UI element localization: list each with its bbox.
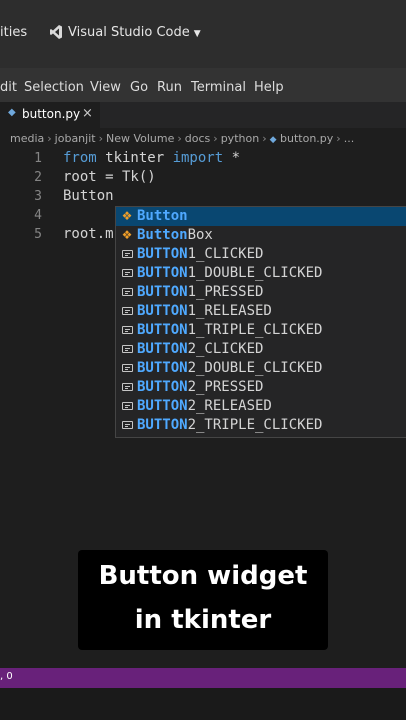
breadcrumb-item[interactable]: New Volume: [106, 132, 174, 145]
suggestion-rest: 1_RELEASED: [187, 303, 272, 319]
suggestion-match: BUTTON: [137, 322, 188, 338]
keyword-icon: [120, 304, 134, 318]
suggestion-rest: 1_DOUBLE_CLICKED: [187, 265, 323, 281]
suggestion-match: BUTTON: [137, 284, 188, 300]
line-number: 1: [34, 151, 42, 166]
code-text: *: [223, 150, 241, 166]
activities-label[interactable]: ities: [0, 25, 27, 40]
line-number: 4: [34, 208, 42, 223]
menu-terminal[interactable]: Terminal: [191, 80, 246, 95]
python-file-icon: ◆: [8, 107, 16, 118]
suggestion-list[interactable]: ❖ Button ❖ ButtonBox BUTTON1_CLICKED BUT…: [115, 206, 406, 438]
breadcrumb-item[interactable]: python: [221, 132, 259, 145]
menu-selection[interactable]: Selection: [24, 80, 84, 95]
chevron-right-icon: ›: [213, 132, 218, 145]
code-line-5: root.m: [63, 226, 114, 242]
caret-down-icon: ▼: [193, 29, 201, 39]
keyword-icon: [120, 323, 134, 337]
keyword-icon: [120, 247, 134, 261]
suggestion-item[interactable]: BUTTON1_TRIPLE_CLICKED: [116, 321, 406, 340]
app-menu-button[interactable]: Visual Studio Code ▼: [68, 25, 201, 40]
suggestion-item[interactable]: BUTTON1_PRESSED: [116, 283, 406, 302]
suggestion-match: BUTTON: [137, 379, 188, 395]
suggestion-rest: 2_RELEASED: [187, 398, 272, 414]
suggestion-item[interactable]: BUTTON1_CLICKED: [116, 245, 406, 264]
keyword-icon: [120, 380, 134, 394]
suggestion-rest: 1_CLICKED: [187, 246, 264, 262]
suggestion-match: Button: [137, 227, 188, 243]
chevron-right-icon: ›: [336, 132, 341, 145]
suggestion-match: Button: [137, 208, 188, 224]
chevron-right-icon: ›: [47, 132, 52, 145]
suggestion-match: BUTTON: [137, 265, 188, 281]
keyword-icon: [120, 418, 134, 432]
breadcrumb-item[interactable]: jobanjit: [55, 132, 96, 145]
chevron-right-icon: ›: [98, 132, 103, 145]
tab-label: button.py: [22, 107, 81, 121]
suggestion-rest: 2_CLICKED: [187, 341, 264, 357]
status-bar: [0, 668, 406, 688]
app-name: Visual Studio Code: [68, 25, 190, 40]
line-number: 5: [34, 227, 42, 242]
menu-view[interactable]: View: [90, 80, 121, 95]
menu-run[interactable]: Run: [157, 80, 182, 95]
chevron-right-icon: ›: [177, 132, 182, 145]
breadcrumb: media › jobanjit › New Volume › docs › python › ◆ …: [10, 132, 354, 145]
suggestion-rest: 2_PRESSED: [187, 379, 264, 395]
keyword-from: from: [63, 150, 97, 166]
keyword-icon: [120, 285, 134, 299]
suggestion-item[interactable]: BUTTON2_RELEASED: [116, 397, 406, 416]
suggestion-match: BUTTON: [137, 341, 188, 357]
breadcrumb-file[interactable]: button.py: [280, 132, 333, 145]
caption-line-1: Button widget: [98, 561, 308, 591]
code-line-2: root = Tk(): [63, 169, 156, 185]
status-position[interactable]: , 0: [0, 671, 13, 682]
suggestion-item[interactable]: ❖ Button: [116, 207, 406, 226]
chevron-right-icon: ›: [262, 132, 267, 145]
suggestion-rest: 2_TRIPLE_CLICKED: [187, 417, 323, 433]
suggestion-match: BUTTON: [137, 360, 188, 376]
line-number: 3: [34, 189, 42, 204]
code-line-3: Button: [63, 188, 114, 204]
suggestion-match: BUTTON: [137, 303, 188, 319]
suggestion-item[interactable]: BUTTON2_TRIPLE_CLICKED: [116, 416, 406, 435]
menu-edit[interactable]: dit: [0, 80, 17, 95]
keyword-icon: [120, 342, 134, 356]
line-number: 2: [34, 170, 42, 185]
keyword-icon: [120, 361, 134, 375]
suggestion-item[interactable]: BUTTON2_PRESSED: [116, 378, 406, 397]
suggestion-rest: Box: [187, 227, 213, 243]
breadcrumb-item[interactable]: media: [10, 132, 44, 145]
keyword-icon: [120, 266, 134, 280]
suggestion-item[interactable]: BUTTON2_DOUBLE_CLICKED: [116, 359, 406, 378]
suggestion-rest: 2_DOUBLE_CLICKED: [187, 360, 323, 376]
code-text: tkinter: [96, 150, 173, 166]
suggestion-match: BUTTON: [137, 246, 188, 262]
suggestion-item[interactable]: ❖ ButtonBox: [116, 226, 406, 245]
keyword-icon: [120, 399, 134, 413]
menu-go[interactable]: Go: [130, 80, 148, 95]
suggestion-item[interactable]: BUTTON1_DOUBLE_CLICKED: [116, 264, 406, 283]
bottom-area: [0, 688, 406, 720]
menu-help[interactable]: Help: [254, 80, 284, 95]
suggestion-match: BUTTON: [137, 398, 188, 414]
class-icon: ❖: [121, 228, 133, 242]
suggestion-item[interactable]: BUTTON2_CLICKED: [116, 340, 406, 359]
close-icon[interactable]: ×: [82, 106, 93, 121]
keyword-import: import: [172, 150, 224, 166]
caption-line-2: in tkinter: [134, 605, 272, 635]
code-line-1: from tkinter import *: [63, 150, 240, 166]
class-icon: ❖: [121, 209, 133, 223]
suggestion-rest: 1_PRESSED: [187, 284, 264, 300]
breadcrumb-item[interactable]: docs: [185, 132, 211, 145]
suggestion-match: BUTTON: [137, 417, 188, 433]
python-file-icon: ◆: [269, 135, 277, 145]
vscode-logo-icon: [50, 25, 62, 39]
suggestion-rest: 1_TRIPLE_CLICKED: [187, 322, 323, 338]
breadcrumb-trailing[interactable]: ...: [344, 132, 355, 145]
suggestion-item[interactable]: BUTTON1_RELEASED: [116, 302, 406, 321]
